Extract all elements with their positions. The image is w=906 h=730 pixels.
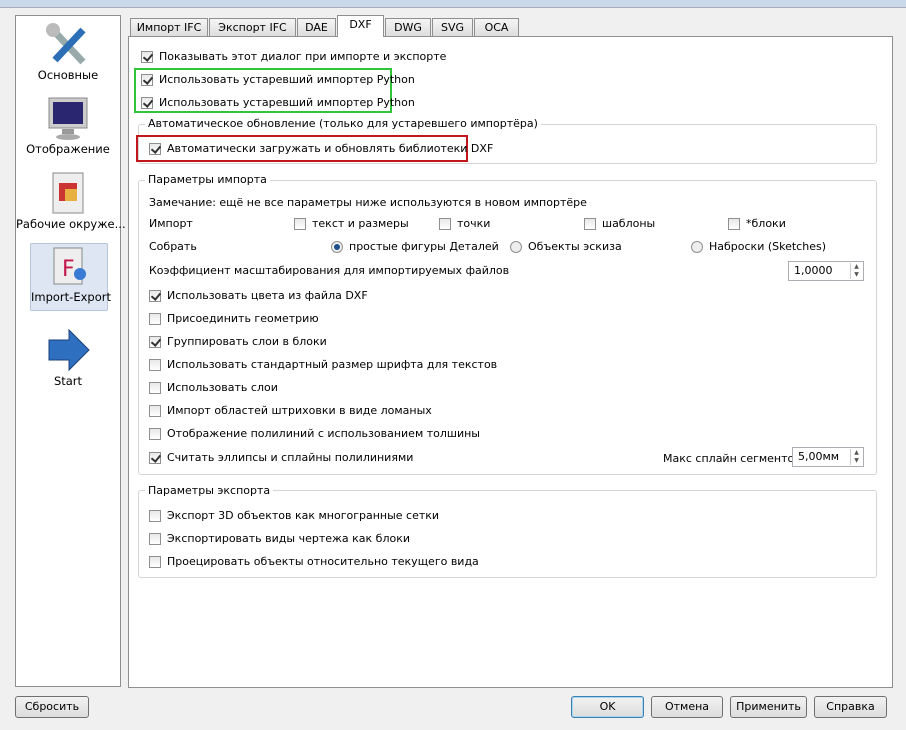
tools-icon	[46, 23, 86, 65]
tab-dae[interactable]: DAE	[297, 18, 336, 37]
cancel-button[interactable]: Отмена	[651, 696, 723, 718]
checkbox[interactable]	[439, 217, 451, 230]
checkbox[interactable]	[141, 96, 153, 109]
dxf-tab-panel: Показывать этот диалог при импорте и экс…	[128, 36, 893, 688]
import-group-title: Параметры импорта	[145, 173, 270, 186]
join-label: Собрать	[149, 240, 197, 253]
import-export-icon: F	[53, 247, 86, 285]
export-group-title: Параметры экспорта	[145, 484, 274, 497]
checkbox[interactable]	[728, 217, 740, 230]
join-simple-radio[interactable]: простые фигуры Деталей	[331, 240, 499, 253]
checkbox[interactable]	[149, 358, 161, 371]
reset-button[interactable]: Сбросить	[15, 696, 89, 718]
import-option-checkbox[interactable]: Группировать слои в блоки	[149, 335, 327, 348]
checkbox[interactable]	[584, 217, 596, 230]
svg-text:F: F	[62, 257, 75, 282]
import-option-checkbox[interactable]: Использовать цвета из файла DXF	[149, 289, 368, 302]
checkbox[interactable]	[149, 404, 161, 417]
sidebar-item-import-export[interactable]: F Import-Export	[30, 243, 111, 311]
join-draft-radio[interactable]: Наброски (Sketches)	[691, 240, 826, 253]
import-option-checkbox[interactable]: Импорт областей штриховки в виде ломаных	[149, 404, 432, 417]
show-dialog-checkbox[interactable]: Показывать этот диалог при импорте и экс…	[141, 50, 446, 63]
max-spline-label: Макс сплайн сегментов:	[663, 452, 805, 465]
workbench-icon	[52, 172, 84, 214]
apply-button[interactable]: Применить	[730, 696, 807, 718]
checkbox[interactable]	[149, 427, 161, 440]
checkbox[interactable]	[149, 532, 161, 545]
import-points-checkbox[interactable]: точки	[439, 217, 490, 230]
legacy-importer-checkbox-1[interactable]: Использовать устаревший импортер Python	[141, 73, 415, 86]
scale-spinbox[interactable]: 1,0000 ▲ ▼	[788, 261, 864, 281]
import-note: Замечание: ещё не все параметры ниже исп…	[149, 196, 587, 209]
import-label: Импорт	[149, 217, 193, 230]
checkbox[interactable]	[149, 509, 161, 522]
radio[interactable]	[510, 240, 522, 253]
export-option-checkbox[interactable]: Экспорт 3D объектов как многогранные сет…	[149, 509, 439, 522]
legacy-importer-checkbox-2[interactable]: Использовать устаревший импортер Python	[141, 96, 415, 109]
tab-oca[interactable]: OCA	[474, 18, 519, 37]
checkbox[interactable]	[149, 335, 161, 348]
sidebar-item-start[interactable]: Start	[16, 328, 120, 388]
export-option-checkbox[interactable]: Экспортировать виды чертежа как блоки	[149, 532, 410, 545]
checkbox[interactable]	[149, 142, 161, 155]
tab-export-ifc[interactable]: Экспорт IFC	[209, 18, 296, 37]
scale-label: Коэффициент масштабирования для импортир…	[149, 264, 510, 277]
checkbox[interactable]	[149, 451, 161, 464]
import-option-checkbox[interactable]: Отображение полилиний с использованием т…	[149, 427, 480, 440]
tab-import-ifc[interactable]: Импорт IFC	[130, 18, 208, 37]
import-option-checkbox[interactable]: Присоединить геометрию	[149, 312, 319, 325]
spin-arrows-icon[interactable]: ▲ ▼	[850, 449, 862, 465]
checkbox[interactable]	[149, 312, 161, 325]
tab-svg[interactable]: SVG	[432, 18, 473, 37]
checkbox[interactable]	[149, 381, 161, 394]
auto-download-checkbox[interactable]: Автоматически загружать и обновлять библ…	[149, 142, 493, 155]
ok-button[interactable]: OK	[571, 696, 644, 718]
import-option-checkbox[interactable]: Считать эллипсы и сплайны полилиниями	[149, 451, 413, 464]
export-option-checkbox[interactable]: Проецировать объекты относительно текуще…	[149, 555, 479, 568]
radio[interactable]	[331, 240, 343, 253]
arrow-right-icon	[48, 328, 90, 372]
sidebar-item-workbenches[interactable]: Рабочие окруже...	[16, 171, 126, 231]
checkbox[interactable]	[294, 217, 306, 230]
sidebar-item-display[interactable]: Отображение	[16, 96, 120, 156]
tab-dxf[interactable]: DXF	[337, 15, 384, 37]
max-spline-spinbox[interactable]: 5,00мм ▲ ▼	[792, 447, 864, 467]
preferences-sidebar: Основные Отображение Рабочие окруже... F…	[15, 15, 126, 687]
import-text-checkbox[interactable]: текст и размеры	[294, 217, 409, 230]
import-option-checkbox[interactable]: Использовать стандартный размер шрифта д…	[149, 358, 497, 371]
import-layouts-checkbox[interactable]: шаблоны	[584, 217, 655, 230]
title-bar	[0, 0, 906, 8]
monitor-icon	[48, 97, 88, 140]
import-option-checkbox[interactable]: Использовать слои	[149, 381, 278, 394]
help-button[interactable]: Справка	[814, 696, 887, 718]
radio[interactable]	[691, 240, 703, 253]
join-sketch-radio[interactable]: Объекты эскиза	[510, 240, 622, 253]
autoupdate-group-title: Автоматическое обновление (только для ус…	[145, 117, 541, 130]
tab-dwg[interactable]: DWG	[385, 18, 431, 37]
sidebar-item-general[interactable]: Основные	[16, 22, 120, 82]
checkbox[interactable]	[149, 555, 161, 568]
import-blocks-checkbox[interactable]: *блоки	[728, 217, 786, 230]
checkbox[interactable]	[149, 289, 161, 302]
spin-arrows-icon[interactable]: ▲ ▼	[850, 263, 862, 279]
checkbox[interactable]	[141, 73, 153, 86]
checkbox[interactable]	[141, 50, 153, 63]
